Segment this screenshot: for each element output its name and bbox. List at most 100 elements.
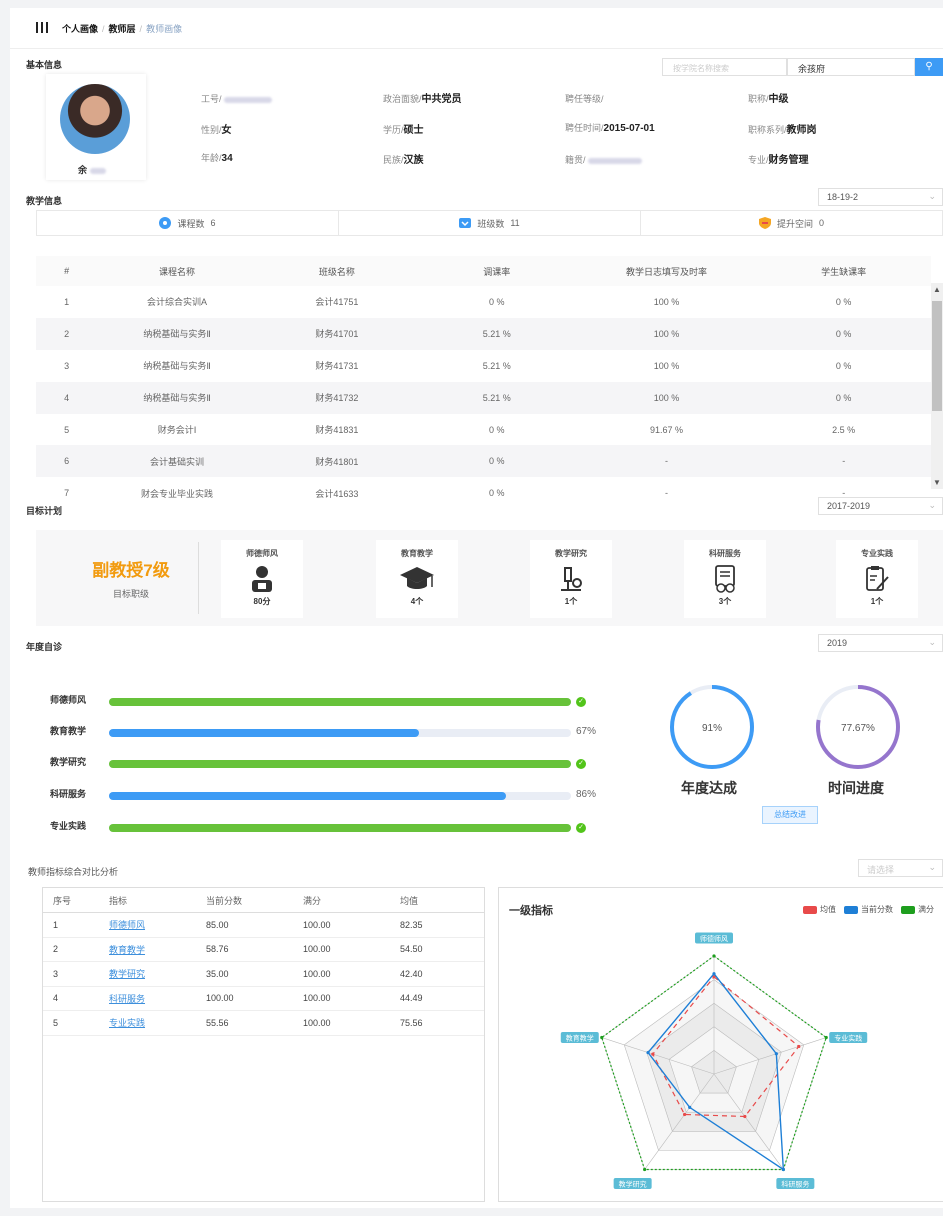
progress-track: [109, 824, 571, 832]
table-row[interactable]: 5 财务会计Ⅰ 财务41831 0 % 91.67 % 2.5 %: [36, 414, 931, 446]
table-cell: 1: [43, 912, 99, 938]
document-glasses-icon: [715, 565, 735, 593]
name-search-field[interactable]: 余孩府: [787, 58, 915, 76]
plan-panel: 副教授7级 目标职级 师德师风 80分 教育教学 4个 教学研究 1个 科研服务…: [36, 530, 943, 626]
plan-card-research[interactable]: 教学研究 1个: [530, 540, 612, 618]
radar-category-label: 师德师风: [695, 932, 733, 944]
table-cell: 85.00: [196, 912, 293, 938]
plan-card-service[interactable]: 科研服务 3个: [684, 540, 766, 618]
table-cell: 5.21 %: [482, 360, 511, 371]
radar-point[interactable]: [643, 1167, 647, 1172]
table-cell: 5: [64, 424, 70, 435]
scroll-down-icon[interactable]: ▼: [933, 478, 941, 487]
radar-point[interactable]: [824, 1035, 828, 1040]
table-row[interactable]: 6 会计基础实训 财务41801 0 % - -: [36, 445, 931, 478]
radar-panel: 一级指标 均值 当前分数 满分 师德师风 专业实践 科研服务 教学研究 教育教学: [498, 887, 943, 1202]
microscope-icon: [561, 567, 582, 591]
indicator-link[interactable]: 教育教学: [109, 945, 145, 955]
table-cell: 0 %: [416, 445, 577, 478]
table-cell: 4: [43, 986, 99, 1011]
plan-card-label: 教学研究: [555, 549, 587, 558]
radar-point[interactable]: [712, 972, 716, 976]
radar-category-text: 教学研究: [619, 1179, 647, 1188]
time-progress-value: 77.67%: [841, 723, 875, 734]
term-select[interactable]: 18-19-2 ⌄: [818, 188, 943, 206]
class-icon: [459, 218, 472, 228]
table-scrollbar[interactable]: ▲ ▼: [931, 283, 943, 489]
indicator-table: 序号 指标 当前分数 满分 均值 1 师德师风 85.00 100.00 82.35 2 教…: [43, 888, 484, 1036]
table-row[interactable]: 3 纳税基础与实务Ⅱ 财务41731 5.21 % 100 % 0 %: [36, 350, 931, 382]
indicator-link[interactable]: 专业实践: [109, 1018, 145, 1028]
table-row[interactable]: 1 会计综合实训A 会计41751 0 % 100 % 0 %: [36, 286, 931, 318]
plan-card-teaching[interactable]: 教育教学 4个: [376, 540, 458, 618]
table-cell: 0 %: [489, 488, 505, 499]
table-cell: 100.00: [293, 986, 390, 1011]
table-cell: 91.67 %: [650, 424, 684, 435]
divider: [198, 542, 199, 614]
radar-point[interactable]: [712, 954, 716, 958]
breadcrumb-root[interactable]: 个人画像: [62, 24, 98, 34]
radar-point[interactable]: [688, 1105, 692, 1110]
indicator-table-panel: 序号 指标 当前分数 满分 均值 1 师德师风 85.00 100.00 82.35 2 教…: [42, 887, 485, 1202]
radar-point[interactable]: [797, 1044, 801, 1049]
breadcrumb-mid[interactable]: 教师层: [109, 24, 136, 34]
menu-icon[interactable]: [36, 22, 50, 33]
major: 专业/财务管理: [748, 155, 809, 166]
stat-classes: 班级数 11: [339, 211, 641, 235]
indicator-link[interactable]: 科研服务: [109, 994, 145, 1004]
table-cell: 纳税基础与实务Ⅱ: [143, 361, 211, 372]
year-select[interactable]: 2019 ⌄: [818, 634, 943, 652]
progress-percent: 86%: [576, 789, 597, 800]
plan-card-label: 教育教学: [401, 549, 433, 558]
search-button[interactable]: ⚲: [915, 58, 943, 76]
clipboard-pen-icon: [866, 566, 889, 591]
radar-point[interactable]: [600, 1035, 604, 1040]
search-input[interactable]: 按学院名称搜索: [662, 58, 787, 76]
check-icon: ✓: [576, 759, 586, 769]
scroll-thumb[interactable]: [932, 301, 942, 411]
progress-track: [109, 729, 571, 737]
summary-improve-button[interactable]: 总结改进: [762, 806, 818, 824]
radar-category-label: 教育教学: [560, 1032, 599, 1044]
radar-category-label: 专业实践: [829, 1032, 868, 1044]
table-row[interactable]: 4 纳税基础与实务Ⅱ 财务41732 5.21 % 100 % 0 %: [36, 381, 931, 414]
table-cell: 2: [36, 317, 98, 350]
col-log-rate: 教学日志填写及时率: [576, 256, 757, 286]
progress-label: 教学研究: [50, 757, 87, 767]
table-cell: 100.00: [293, 961, 390, 987]
radar-point[interactable]: [651, 1052, 655, 1056]
col-adjust-rate: 调课率: [416, 256, 577, 286]
progress-label: 教育教学: [50, 726, 87, 736]
ethnicity: 民族/汉族: [383, 155, 424, 166]
plan-card-ethics[interactable]: 师德师风 80分: [221, 540, 303, 618]
radar-category-text: 师德师风: [700, 934, 728, 943]
table-row[interactable]: 7 财会专业毕业实践 会计41633 0 % - -: [36, 477, 931, 509]
teacher-icon: [252, 566, 272, 592]
radar-point[interactable]: [682, 1112, 687, 1117]
indicator-link[interactable]: 教学研究: [109, 969, 145, 979]
avatar: [60, 84, 130, 154]
radar-point[interactable]: [646, 1050, 650, 1055]
annual-title: 年度自诊: [26, 642, 63, 652]
plan-card-practice[interactable]: 专业实践 1个: [836, 540, 918, 618]
table-cell: 师德师风: [99, 912, 196, 938]
radar-point[interactable]: [743, 1114, 747, 1119]
table-cell: 财务41801: [256, 445, 417, 478]
table-cell: 0 %: [756, 317, 931, 350]
period-select[interactable]: 2017-2019 ⌄: [818, 497, 943, 515]
col-index: #: [36, 256, 98, 286]
table-cell: 100.00: [293, 912, 390, 938]
indicator-link[interactable]: 师德师风: [109, 920, 145, 930]
scroll-up-icon[interactable]: ▲: [933, 285, 941, 294]
table-row[interactable]: 2 纳税基础与实务Ⅱ 财务41701 5.21 % 100 % 0 %: [36, 317, 931, 350]
radar-point[interactable]: [774, 1052, 778, 1056]
progress-percent: 67%: [576, 726, 597, 737]
table-cell: 35.00: [196, 961, 293, 987]
compare-select[interactable]: 请选择 ⌄: [858, 859, 943, 877]
plan-card-value: 3个: [718, 597, 732, 606]
employee-id: 工号/: [201, 92, 273, 105]
chevron-down-icon: ⌄: [928, 500, 936, 510]
radar-point[interactable]: [781, 1167, 785, 1172]
annual-achievement-ring: 91%: [670, 685, 754, 769]
course-table: # 课程名称 班级名称 调课率 教学日志填写及时率 学生缺课率 1 会计综合实训A…: [36, 256, 931, 509]
